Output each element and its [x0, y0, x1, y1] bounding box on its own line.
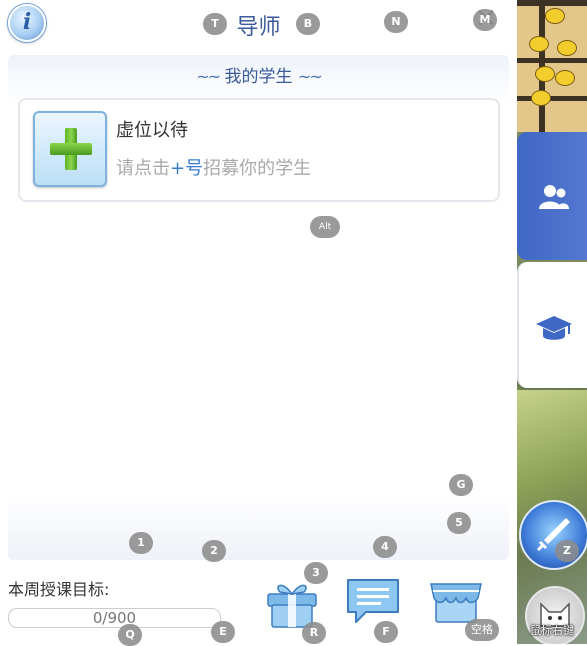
- map-marker-icon: [531, 90, 551, 106]
- student-slot-card: 虚位以待 请点击+号招募你的学生: [18, 98, 500, 202]
- hotkey-f-badge: F: [374, 621, 398, 643]
- hotkey-4-badge: 4: [373, 536, 397, 558]
- hotkey-t-badge: T: [203, 13, 227, 35]
- slot-title: 虚位以待: [116, 120, 188, 141]
- hotkey-1-badge: 1: [129, 532, 153, 554]
- map-marker-icon: [557, 40, 577, 56]
- hotkey-q-badge: Q: [118, 624, 142, 646]
- hotkey-3-badge: 3: [304, 562, 328, 584]
- hotkey-z-badge: Z: [555, 540, 579, 562]
- map-marker-icon: [529, 36, 549, 52]
- hotkey-2-badge: 2: [202, 540, 226, 562]
- side-strip: Z 鼠标右键: [517, 0, 587, 644]
- hotkey-g-badge: G: [449, 474, 473, 496]
- map-road: [517, 0, 587, 6]
- panel-title: 导师: [236, 15, 281, 40]
- hotkey-b-badge: B: [296, 13, 320, 35]
- hotkey-m-badge: M: [473, 9, 497, 31]
- mouse-right-label: 鼠标右键: [530, 624, 574, 637]
- hotkey-5-badge: 5: [447, 512, 471, 534]
- hotkey-e-badge: E: [211, 621, 235, 643]
- weekly-goal-label: 本周授课目标:: [8, 580, 110, 599]
- hint-text-end: 招募你的学生: [203, 158, 312, 179]
- plus-icon-bar: [50, 143, 92, 155]
- weekly-goal-progress-bar: 0/900: [8, 608, 221, 628]
- recruit-plus-button[interactable]: [33, 111, 107, 187]
- sword-skill-button[interactable]: Z: [519, 500, 587, 570]
- map-road: [517, 96, 587, 101]
- hint-plus-word: +号: [170, 158, 204, 179]
- hint-text-start: 请点击: [116, 158, 170, 179]
- hotkey-r-badge: R: [302, 622, 326, 644]
- mentor-panel: i 导师 ✕ ~~ 我的学生 ~~ 虚位以待 请点击+号招募你的学生 本周授课目…: [0, 0, 517, 646]
- tab-students[interactable]: [517, 132, 587, 260]
- map-road: [517, 58, 587, 63]
- minimap-fragment: [517, 0, 587, 132]
- section-header: ~~ 我的学生 ~~: [0, 62, 517, 87]
- message-icon[interactable]: [344, 576, 402, 626]
- progress-text: 0/900: [92, 609, 137, 627]
- map-marker-icon: [545, 8, 565, 24]
- people-icon: [539, 185, 569, 209]
- hotkey-space-badge: 空格: [465, 619, 499, 641]
- swirl-left-decoration: ~~: [196, 67, 221, 86]
- map-marker-icon: [555, 70, 575, 86]
- tab-mentor[interactable]: [517, 262, 587, 388]
- hotkey-n-badge: N: [384, 11, 408, 33]
- section-title: 我的学生: [224, 67, 293, 87]
- slot-hint: 请点击+号招募你的学生: [116, 154, 311, 180]
- hotkey-alt-badge: Alt: [310, 216, 340, 238]
- swirl-right-decoration: ~~: [297, 67, 323, 86]
- map-marker-icon: [535, 66, 555, 82]
- graduation-cap-icon: [536, 316, 572, 340]
